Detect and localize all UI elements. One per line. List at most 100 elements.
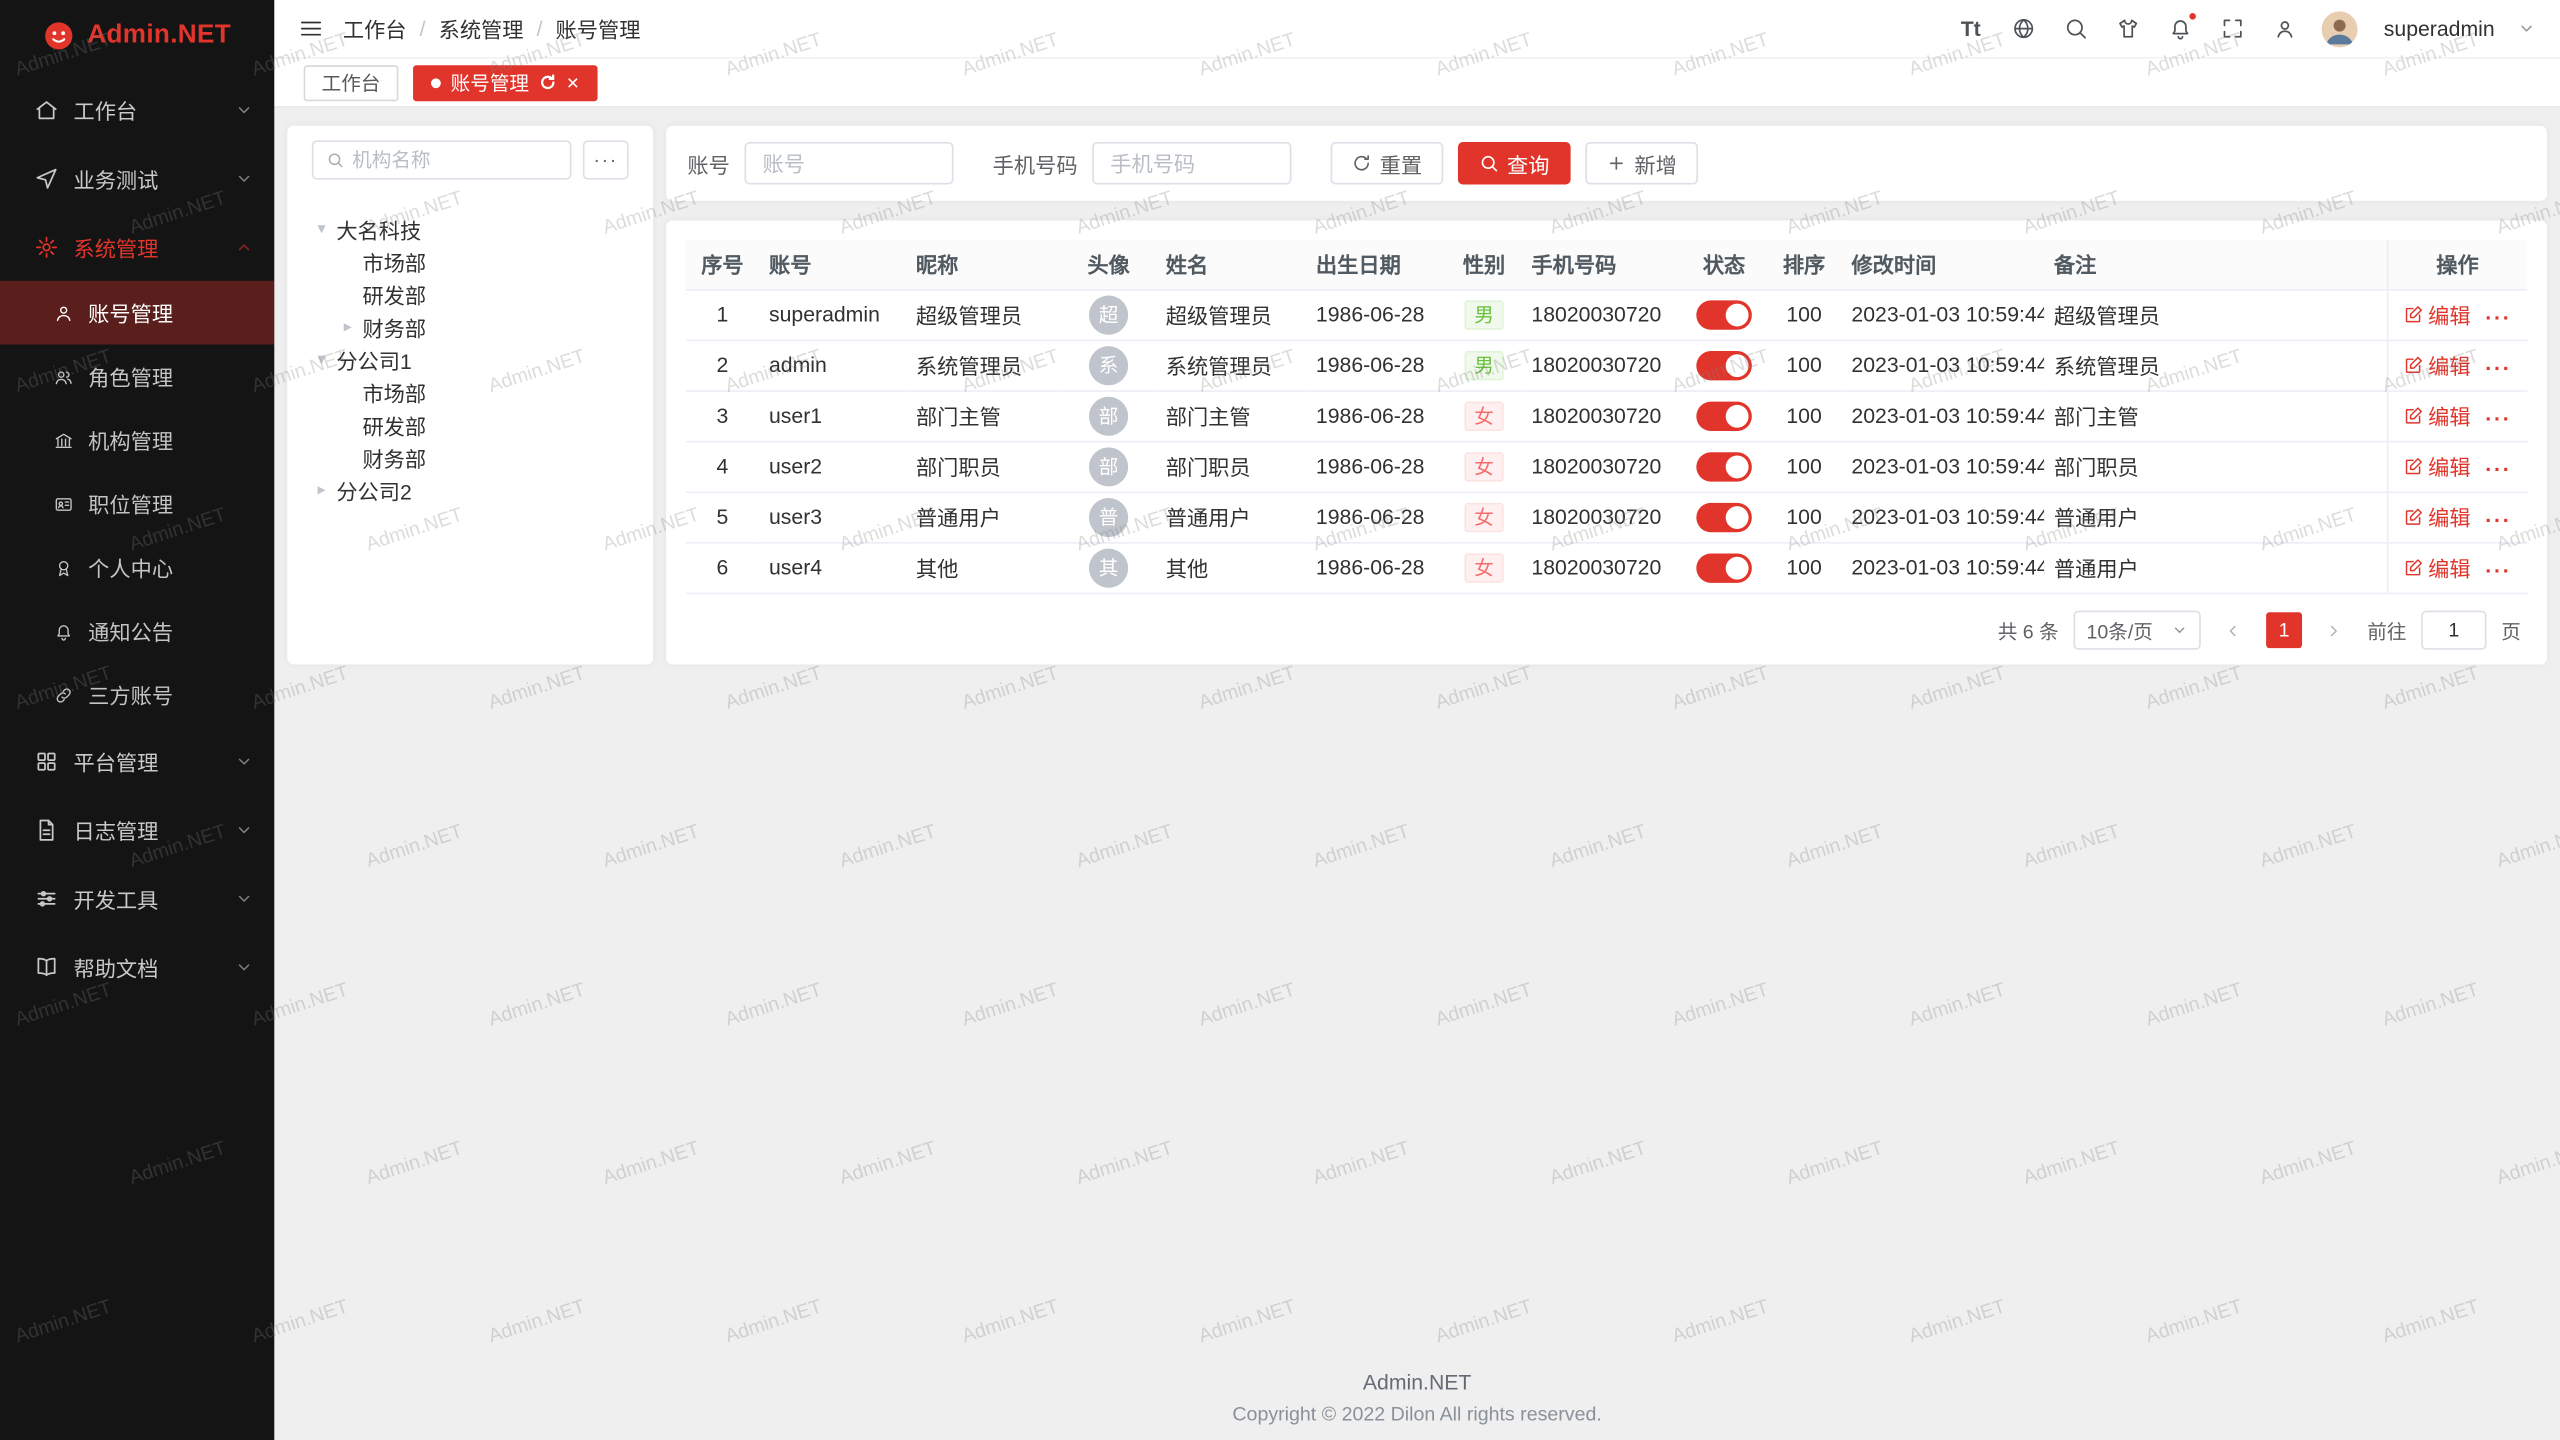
cell-birthday: 1986-06-28 (1306, 491, 1446, 542)
tree-node[interactable]: 市场部 (312, 245, 629, 278)
current-page-button[interactable]: 1 (2266, 612, 2302, 648)
tree-node[interactable]: ▾大名科技 (312, 212, 629, 245)
tree-node[interactable]: 市场部 (312, 376, 629, 409)
row-more-button[interactable]: ··· (2485, 304, 2511, 328)
row-more-button[interactable]: ··· (2485, 456, 2511, 480)
sidebar-item-personal-center[interactable]: 个人中心 (0, 536, 274, 600)
theme-icon[interactable] (2113, 14, 2142, 43)
sidebar-item-platform-management[interactable]: 平台管理 (0, 727, 274, 796)
tree-node[interactable]: 财务部 (312, 441, 629, 474)
tab-workbench[interactable]: 工作台 (304, 64, 399, 100)
table-row[interactable]: 2 admin 系统管理员 系 系统管理员 1986-06-28 男 18020… (686, 340, 2528, 391)
tree-node-label: 财务部 (362, 442, 426, 473)
profile-panel-icon[interactable] (2269, 14, 2298, 43)
row-more-button[interactable]: ··· (2485, 355, 2511, 379)
chevron-down-icon[interactable] (2518, 20, 2536, 38)
cell-name: 其他 (1156, 542, 1306, 593)
tree-node[interactable]: ▸财务部 (312, 310, 629, 343)
status-toggle[interactable] (1696, 451, 1752, 480)
caret-expanded-icon[interactable]: ▾ (312, 220, 332, 238)
reset-button[interactable]: 重置 (1331, 142, 1444, 184)
edit-button[interactable]: 编辑 (2404, 552, 2471, 583)
table-row[interactable]: 3 user1 部门主管 部 部门主管 1986-06-28 女 1802003… (686, 390, 2528, 441)
cell-name: 系统管理员 (1156, 340, 1306, 391)
search-button[interactable]: 查询 (1458, 142, 1571, 184)
edit-button[interactable]: 编辑 (2404, 299, 2471, 330)
sidebar-item-org-management[interactable]: 机构管理 (0, 408, 274, 472)
org-search-input[interactable] (352, 149, 557, 172)
table-row[interactable]: 6 user4 其他 其 其他 1986-06-28 女 18020030720… (686, 542, 2528, 593)
caret-collapsed-icon[interactable]: ▸ (338, 318, 358, 336)
table-row[interactable]: 1 superadmin 超级管理员 超 超级管理员 1986-06-28 男 … (686, 289, 2528, 340)
phone-label: 手机号码 (993, 148, 1078, 179)
row-more-button[interactable]: ··· (2485, 558, 2511, 582)
add-button[interactable]: 新增 (1585, 142, 1698, 184)
page-size-select[interactable]: 10条/页 (2073, 611, 2200, 650)
col-nickname: 昵称 (906, 240, 1061, 289)
cell-remark: 普通用户 (2044, 542, 2387, 593)
org-more-button[interactable]: ··· (583, 140, 629, 179)
breadcrumb-separator: / (420, 16, 426, 40)
app-logo[interactable]: Admin.NET (0, 0, 274, 72)
search-icon[interactable] (2061, 14, 2090, 43)
edit-button[interactable]: 编辑 (2404, 451, 2471, 482)
phone-input[interactable] (1092, 142, 1291, 184)
avatar[interactable] (2322, 11, 2358, 47)
sidebar-item-notice[interactable]: 通知公告 (0, 599, 274, 663)
breadcrumb-item[interactable]: 工作台 (343, 13, 407, 44)
breadcrumb-item[interactable]: 账号管理 (556, 13, 641, 44)
refresh-icon[interactable] (539, 73, 557, 91)
tree-node-label: 分公司2 (336, 474, 411, 505)
edit-button[interactable]: 编辑 (2404, 501, 2471, 532)
caret-collapsed-icon[interactable]: ▸ (312, 481, 332, 499)
language-icon[interactable] (2008, 14, 2037, 43)
table-row[interactable]: 5 user3 普通用户 普 普通用户 1986-06-28 女 1802003… (686, 491, 2528, 542)
tab-label: 账号管理 (451, 69, 529, 97)
edit-button[interactable]: 编辑 (2404, 349, 2471, 380)
sidebar-item-dev-tools[interactable]: 开发工具 (0, 864, 274, 933)
sidebar-item-system-management[interactable]: 系统管理 (0, 212, 274, 281)
tab-account-management[interactable]: 账号管理 × (413, 64, 597, 100)
sidebar-item-help-docs[interactable]: 帮助文档 (0, 932, 274, 1001)
status-toggle[interactable] (1696, 502, 1752, 531)
tree-node[interactable]: ▸分公司2 (312, 473, 629, 506)
org-tree: ▾大名科技 市场部 研发部 ▸财务部 ▾分公司1 市场部 研发部 财务部 ▸分公… (312, 212, 629, 506)
goto-page-input[interactable] (2421, 611, 2486, 650)
row-more-button[interactable]: ··· (2485, 507, 2511, 531)
prev-page-button[interactable] (2215, 612, 2251, 648)
username[interactable]: superadmin (2384, 16, 2495, 40)
cell-index: 3 (686, 390, 759, 441)
tree-node[interactable]: 研发部 (312, 278, 629, 311)
col-gender: 性别 (1447, 240, 1522, 289)
sidebar-item-account-management[interactable]: 账号管理 (0, 281, 274, 345)
breadcrumb-item[interactable]: 系统管理 (439, 13, 524, 44)
bell-icon (54, 621, 74, 641)
cell-index: 5 (686, 491, 759, 542)
sidebar: Admin.NET 工作台 业务测试 系统管理 账号管理 (0, 0, 274, 1440)
font-size-icon[interactable]: Tt (1956, 14, 1985, 43)
tree-node[interactable]: ▾分公司1 (312, 343, 629, 376)
row-more-button[interactable]: ··· (2485, 406, 2511, 430)
table-row[interactable]: 4 user2 部门职员 部 部门职员 1986-06-28 女 1802003… (686, 441, 2528, 492)
cell-name: 部门职员 (1156, 441, 1306, 492)
sidebar-item-third-party-account[interactable]: 三方账号 (0, 663, 274, 727)
sidebar-item-position-management[interactable]: 职位管理 (0, 472, 274, 536)
fullscreen-icon[interactable] (2217, 14, 2246, 43)
status-toggle[interactable] (1696, 350, 1752, 379)
edit-button[interactable]: 编辑 (2404, 400, 2471, 431)
close-icon[interactable]: × (567, 72, 579, 93)
caret-expanded-icon[interactable]: ▾ (312, 350, 332, 368)
sidebar-item-workbench[interactable]: 工作台 (0, 75, 274, 144)
status-toggle[interactable] (1696, 300, 1752, 329)
status-toggle[interactable] (1696, 401, 1752, 430)
tree-node[interactable]: 研发部 (312, 408, 629, 441)
cell-birthday: 1986-06-28 (1306, 542, 1446, 593)
status-toggle[interactable] (1696, 553, 1752, 582)
notification-bell-icon[interactable] (2165, 14, 2194, 43)
hamburger-menu-icon[interactable] (299, 16, 323, 40)
account-input[interactable] (745, 142, 954, 184)
sidebar-item-business-test[interactable]: 业务测试 (0, 144, 274, 213)
sidebar-item-log-management[interactable]: 日志管理 (0, 795, 274, 864)
next-page-button[interactable] (2317, 612, 2353, 648)
sidebar-item-role-management[interactable]: 角色管理 (0, 344, 274, 408)
